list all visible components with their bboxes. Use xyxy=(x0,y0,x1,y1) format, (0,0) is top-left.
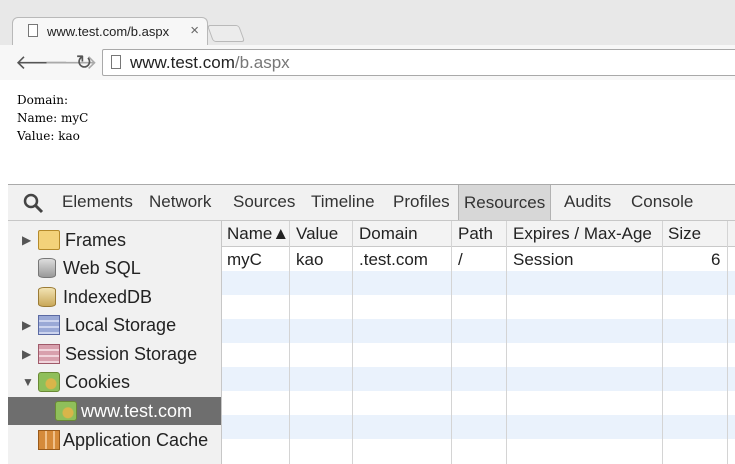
page-line-domain: Domain: xyxy=(17,93,68,107)
browser-tab[interactable]: www.test.com/b.aspx × xyxy=(12,17,208,45)
sidebar-item-label: Local Storage xyxy=(65,315,177,335)
cookies-table: Name▲ Value Domain Path Expires / Max-Ag… xyxy=(222,221,735,464)
table-row-empty xyxy=(222,415,735,439)
sidebar-item-label: Web SQL xyxy=(63,258,141,278)
collapse-arrow-icon[interactable]: ▼ xyxy=(22,375,34,389)
url-path: /b.aspx xyxy=(234,53,290,72)
column-divider xyxy=(352,221,353,464)
tab-console[interactable]: Console xyxy=(631,192,693,212)
url-text: www.test.com/b.aspx xyxy=(130,53,290,73)
column-divider xyxy=(727,221,728,464)
database-icon xyxy=(38,258,56,278)
column-divider xyxy=(289,221,290,464)
sidebar-item-label: IndexedDB xyxy=(63,287,153,307)
cell-value: kao xyxy=(296,250,324,269)
page-line-name: Name: myC xyxy=(17,111,89,125)
sidebar-item-label: Frames xyxy=(65,230,127,250)
sidebar-item-session-storage[interactable]: ▶ Session Storage xyxy=(8,340,221,368)
cell-domain: .test.com xyxy=(359,250,428,269)
column-header-value[interactable]: Value xyxy=(296,224,338,244)
tab-timeline[interactable]: Timeline xyxy=(311,192,375,212)
address-bar[interactable]: www.test.com/b.aspx xyxy=(102,49,735,76)
column-divider xyxy=(451,221,452,464)
back-arrow-icon[interactable]: 🡐 xyxy=(15,50,69,75)
reload-icon[interactable]: ↻ xyxy=(73,50,95,75)
expand-arrow-icon[interactable]: ▶ xyxy=(22,347,31,361)
page-icon xyxy=(111,55,121,69)
indexeddb-icon xyxy=(38,287,56,307)
sidebar-item-www-test-com[interactable]: www.test.com xyxy=(8,397,221,425)
tab-profiles[interactable]: Profiles xyxy=(393,192,450,212)
app-cache-icon xyxy=(38,430,60,450)
forward-arrow-icon[interactable]: 🡒 xyxy=(44,50,98,75)
column-divider xyxy=(506,221,507,464)
sidebar-item-application-cache[interactable]: Application Cache xyxy=(8,426,221,454)
column-divider xyxy=(662,221,663,464)
tab-audits[interactable]: Audits xyxy=(564,192,611,212)
sidebar-item-label: Application Cache xyxy=(63,430,209,450)
cell-name: myC xyxy=(227,250,262,269)
sidebar-item-cookies[interactable]: ▼ Cookies xyxy=(8,368,221,396)
cell-size: 6 xyxy=(711,250,721,269)
cookie-icon xyxy=(55,401,77,421)
url-host: www.test.com xyxy=(130,53,235,72)
table-row-empty xyxy=(222,367,735,391)
table-header: Name▲ Value Domain Path Expires / Max-Ag… xyxy=(222,221,735,247)
column-header-name[interactable]: Name▲ xyxy=(227,224,289,244)
tab-sources[interactable]: Sources xyxy=(233,192,295,212)
document-icon xyxy=(28,24,38,37)
devtools-toolbar: Elements Network Sources Timeline Profil… xyxy=(8,184,735,221)
new-tab-button[interactable] xyxy=(206,25,246,42)
cell-expires: Session xyxy=(513,250,574,269)
cookie-icon xyxy=(38,372,60,392)
page-content: Domain: Name: myC Value: kao xyxy=(0,80,735,184)
sidebar-item-frames[interactable]: ▶ Frames xyxy=(8,226,221,254)
session-storage-icon xyxy=(38,344,60,364)
column-header-path[interactable]: Path xyxy=(458,224,493,244)
expand-arrow-icon[interactable]: ▶ xyxy=(22,233,31,247)
resources-sidebar: ▶ Frames Web SQL IndexedDB ▶ Local Stora… xyxy=(8,221,222,464)
cell-path: / xyxy=(458,250,463,269)
browser-toolbar: 🡐 🡒 ↻ www.test.com/b.aspx xyxy=(0,45,735,80)
expand-arrow-icon[interactable]: ▶ xyxy=(22,318,31,332)
column-header-domain[interactable]: Domain xyxy=(359,224,418,244)
sidebar-item-label: Cookies xyxy=(65,372,131,392)
sidebar-item-local-storage[interactable]: ▶ Local Storage xyxy=(8,311,221,339)
search-icon[interactable] xyxy=(22,192,44,214)
column-header-size[interactable]: Size xyxy=(668,224,701,244)
page-text: Domain: Name: myC Value: kao xyxy=(17,91,88,145)
sidebar-item-web-sql[interactable]: Web SQL xyxy=(8,254,221,282)
browser-chrome: www.test.com/b.aspx × 🡐 🡒 ↻ www.test.com… xyxy=(0,0,735,80)
sidebar-item-label: www.test.com xyxy=(81,401,193,421)
tab-resources[interactable]: Resources xyxy=(458,185,552,220)
tab-elements[interactable]: Elements xyxy=(62,192,133,212)
tab-title: www.test.com/b.aspx xyxy=(47,24,170,39)
close-tab-icon[interactable]: × xyxy=(190,22,199,39)
tab-network[interactable]: Network xyxy=(149,192,211,212)
table-row-empty xyxy=(222,271,735,295)
sidebar-item-label: Session Storage xyxy=(65,344,198,364)
table-row[interactable]: myC kao .test.com / Session 6 xyxy=(222,247,735,271)
folder-icon xyxy=(38,230,60,250)
column-header-expires[interactable]: Expires / Max-Age xyxy=(513,224,652,244)
table-row-empty xyxy=(222,319,735,343)
page-line-value: Value: kao xyxy=(17,129,80,143)
local-storage-icon xyxy=(38,315,60,335)
sidebar-item-indexeddb[interactable]: IndexedDB xyxy=(8,283,221,311)
